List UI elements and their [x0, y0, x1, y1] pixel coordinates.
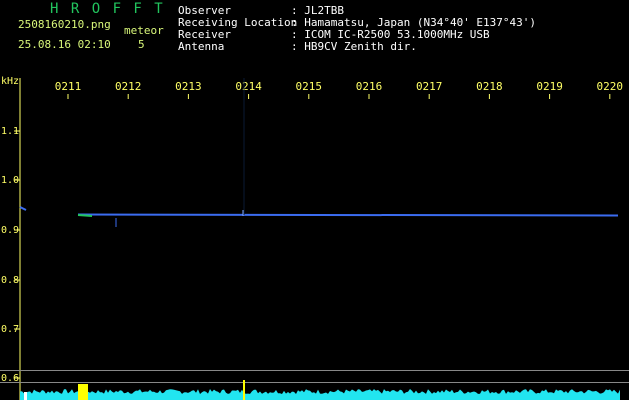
edge-trace	[19, 206, 27, 211]
meteor-burst	[78, 384, 88, 400]
spectrogram-plot: kHz1.11.00.90.80.70.6 0211 0212 0213 0214 02…	[0, 76, 629, 400]
meteor-traces	[19, 78, 619, 227]
y-unit-label: kHz	[1, 76, 19, 87]
x-tick-label: 0218	[476, 80, 503, 93]
meteor-echo	[77, 214, 93, 217]
x-tick-label: 0219	[536, 80, 563, 93]
x-tick-label: 0217	[416, 80, 443, 93]
x-axis: 0211 0212 0213 0214 0215 0216 0217 0218 0219 0220	[55, 80, 623, 99]
y-axis: kHz1.11.00.90.80.70.6	[1, 76, 21, 400]
x-tick-label: 0212	[115, 80, 142, 93]
x-tick-label: 0214	[235, 80, 262, 93]
x-tick-label: 0215	[296, 80, 323, 93]
signal-noise-floor	[20, 389, 620, 400]
meteor-burst	[24, 392, 27, 400]
signal-strength-band	[0, 370, 629, 400]
x-tick-label: 0211	[55, 80, 82, 93]
carrier-trace	[77, 213, 619, 217]
x-tick-label: 0216	[356, 80, 383, 93]
x-tick-label: 0220	[597, 80, 624, 93]
x-tick-label: 0213	[175, 80, 202, 93]
meteor-burst	[243, 380, 245, 400]
